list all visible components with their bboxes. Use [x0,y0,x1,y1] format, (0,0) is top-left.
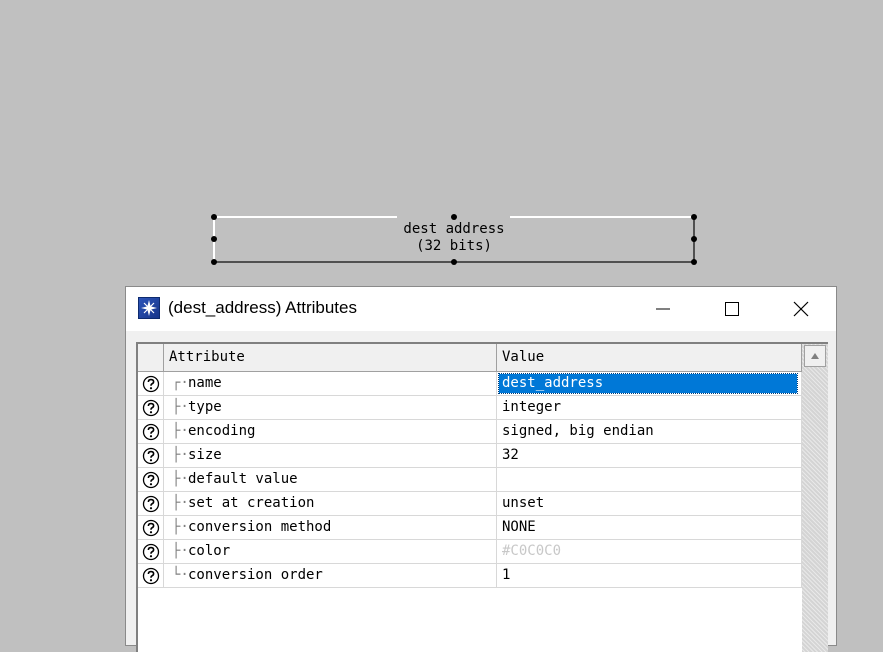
attribute-value: dest_address [498,373,798,394]
minimize-icon [656,308,670,310]
attribute-row[interactable]: ├·conversion method NONE [138,516,802,540]
tree-connector: ┌· [172,375,189,391]
attribute-name-cell: ├·color [164,540,497,563]
header-value[interactable]: Value [497,344,802,371]
help-icon[interactable] [138,540,164,563]
attribute-value-cell[interactable]: NONE [497,516,802,539]
tree-connector: ├· [172,471,189,487]
attribute-name: set at creation [188,495,315,511]
close-button[interactable] [766,287,836,331]
minimize-button[interactable] [628,287,698,331]
header-corner [138,344,164,371]
tree-connector: └· [172,567,189,583]
attribute-value-cell[interactable]: #C0C0C0 [497,540,802,563]
attribute-value-cell[interactable]: dest_address [497,372,802,395]
tree-connector: ├· [172,447,189,463]
attribute-row[interactable]: ├·encoding signed, big endian [138,420,802,444]
help-icon[interactable] [138,516,164,539]
help-icon[interactable] [138,396,164,419]
attribute-row[interactable]: ├·color #C0C0C0 [138,540,802,564]
field-name-label: dest address [403,221,505,237]
maximize-button[interactable] [697,287,767,331]
attribute-name-cell: ├·encoding [164,420,497,443]
attribute-name: color [188,543,231,559]
tree-connector: ├· [172,519,189,535]
help-icon[interactable] [138,372,164,395]
attribute-row[interactable]: ├·type integer [138,396,802,420]
attribute-name: name [188,375,222,391]
attribute-value-cell[interactable]: integer [497,396,802,419]
attribute-name: conversion method [188,519,332,535]
attribute-name-cell: ├·default value [164,468,497,491]
attribute-name: default value [188,471,298,487]
scroll-up-button[interactable] [804,345,826,367]
attribute-name: type [188,399,222,415]
header-attribute[interactable]: Attribute [164,344,497,371]
attribute-value-cell[interactable]: signed, big endian [497,420,802,443]
attribute-name-cell: ┌·name [164,372,497,395]
attribute-row[interactable]: └·conversion order 1 [138,564,802,588]
attribute-value: unset [502,495,545,511]
attribute-name: encoding [188,423,256,439]
help-icon[interactable] [138,420,164,443]
maximize-icon [725,302,739,316]
help-icon[interactable] [138,444,164,467]
attribute-value: #C0C0C0 [502,543,562,559]
attribute-grid[interactable]: Attribute Value ┌·name dest_address ├·type… [136,342,828,652]
attribute-name-cell: ├·set at creation [164,492,497,515]
attribute-value: signed, big endian [502,423,654,439]
help-icon[interactable] [138,468,164,491]
dialog-title: (dest_address) Attributes [168,298,357,317]
tree-connector: ├· [172,399,189,415]
attribute-name-cell: ├·type [164,396,497,419]
arrow-up-icon [811,353,819,359]
tree-connector: ├· [172,423,189,439]
attribute-value: 32 [502,447,519,463]
attribute-name-cell: └·conversion order [164,564,497,587]
attribute-value-cell[interactable]: 32 [497,444,802,467]
attribute-name-cell: ├·conversion method [164,516,497,539]
dest-address-field-box[interactable]: dest address (32 bits) [211,214,697,265]
attribute-row[interactable]: ├·set at creation unset [138,492,802,516]
tree-connector: ├· [172,495,189,511]
attribute-value-cell[interactable]: unset [497,492,802,515]
close-icon [793,301,809,317]
attributes-dialog: (dest_address) Attributes Attribute Valu… [125,286,837,652]
attribute-value: 1 [502,567,511,583]
tree-connector: ├· [172,543,189,559]
grid-header: Attribute Value [138,344,802,372]
attribute-rows: ┌·name dest_address ├·type integer ├·encodin… [138,372,802,588]
attribute-value-cell[interactable] [497,468,802,491]
attribute-row[interactable]: ├·default value [138,468,802,492]
field-bits-label: (32 bits) [416,238,492,254]
attribute-name-cell: ├·size [164,444,497,467]
attribute-name: size [188,447,222,463]
help-icon[interactable] [138,564,164,587]
help-icon[interactable] [138,492,164,515]
attribute-name: conversion order [188,567,323,583]
attribute-value: integer [502,399,562,415]
vertical-scrollbar[interactable] [802,344,828,652]
dialog-titlebar[interactable]: (dest_address) Attributes [126,287,836,331]
attribute-value-cell[interactable]: 1 [497,564,802,587]
attribute-value: NONE [502,519,536,535]
attribute-row[interactable]: ├·size 32 [138,444,802,468]
attribute-row[interactable]: ┌·name dest_address [138,372,802,396]
app-star-icon [138,297,160,319]
